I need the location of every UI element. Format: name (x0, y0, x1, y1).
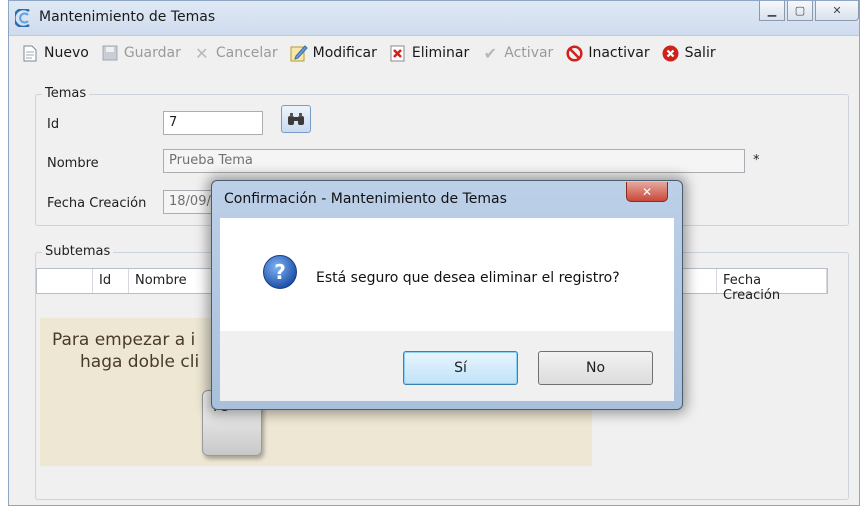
nuevo-label: Nuevo (44, 45, 89, 61)
close-icon: ✕ (832, 4, 842, 17)
inactivar-label: Inactivar (588, 45, 650, 61)
toolbar: Nuevo Guardar ✕ Cancelar Modificar Elimi… (9, 38, 859, 68)
window-title: Mantenimiento de Temas (39, 9, 216, 25)
eliminar-label: Eliminar (411, 45, 470, 61)
cancelar-button[interactable]: ✕ Cancelar (193, 43, 278, 63)
inactivar-button[interactable]: Inactivar (565, 44, 650, 62)
activar-label: Activar (504, 45, 554, 61)
fecha-creacion-label: Fecha Creación (47, 196, 147, 211)
minimize-button[interactable]: ▁ (759, 1, 785, 21)
dialog-body: ? Está seguro que desea eliminar el regi… (220, 218, 674, 331)
id-field[interactable]: 7 (163, 111, 263, 135)
row-selector-header (37, 269, 93, 293)
id-label: Id (47, 117, 60, 132)
activar-button[interactable]: ✔ Activar (481, 43, 554, 63)
dialog-title: Confirmación - Mantenimiento de Temas (224, 191, 507, 207)
close-icon: ✕ (641, 184, 653, 199)
required-mark: * (753, 153, 760, 168)
app-logo-icon (15, 9, 30, 27)
salir-button[interactable]: Salir (662, 44, 716, 62)
edit-icon (290, 44, 308, 62)
exit-icon (662, 44, 680, 62)
eliminar-button[interactable]: Eliminar (389, 44, 469, 62)
guardar-label: Guardar (123, 45, 181, 61)
subtemas-group-title: Subtemas (42, 244, 114, 259)
minimize-icon: ▁ (767, 4, 777, 17)
guardar-button[interactable]: Guardar (101, 44, 181, 62)
close-window-button[interactable]: ✕ (815, 1, 859, 21)
checkmark-icon: ✔ (483, 43, 497, 63)
yes-button[interactable]: Sí (403, 351, 518, 385)
maximize-icon: ▢ (794, 4, 806, 17)
no-button[interactable]: No (538, 351, 653, 385)
nombre-label: Nombre (47, 156, 99, 171)
modificar-label: Modificar (312, 45, 377, 61)
cancelar-label: Cancelar (215, 45, 278, 61)
column-header-id[interactable]: Id (93, 269, 129, 293)
svg-text:?: ? (274, 260, 286, 284)
salir-label: Salir (684, 45, 716, 61)
hint-line-2: haga doble cli (80, 352, 200, 372)
dialog-close-button[interactable]: ✕ (626, 182, 668, 202)
hint-line-1: Para empezar a i (52, 330, 196, 350)
save-icon (101, 44, 119, 62)
cancel-x-icon: ✕ (195, 43, 209, 63)
maximize-button[interactable]: ▢ (787, 1, 813, 21)
new-document-icon (21, 44, 39, 62)
modificar-button[interactable]: Modificar (290, 44, 377, 62)
prohibited-icon (565, 44, 583, 62)
question-icon: ? (263, 255, 297, 289)
title-bar: Mantenimiento de Temas ▁ ▢ ✕ (9, 1, 859, 36)
nombre-field[interactable]: Prueba Tema (163, 149, 745, 173)
confirmation-dialog: Confirmación - Mantenimiento de Temas ✕ … (211, 180, 683, 410)
column-header-fecha-creacion[interactable]: Fecha Creación (717, 269, 827, 303)
lookup-button[interactable] (281, 105, 311, 133)
nuevo-button[interactable]: Nuevo (21, 44, 89, 62)
dialog-footer: Sí No (220, 331, 674, 401)
temas-group-title: Temas (42, 86, 90, 101)
delete-icon (389, 44, 407, 62)
binoculars-icon (288, 113, 304, 125)
dialog-message: Está seguro que desea eliminar el regist… (316, 270, 620, 286)
